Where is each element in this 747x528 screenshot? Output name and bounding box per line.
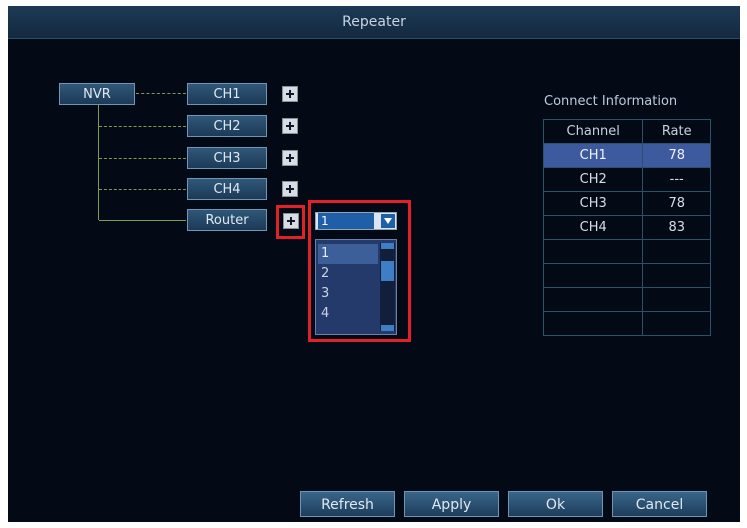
rate-cell [642, 239, 711, 264]
table-row[interactable]: CH1 78 [542, 143, 711, 168]
cancel-button[interactable]: Cancel [612, 491, 707, 517]
apply-button[interactable]: Apply [404, 491, 499, 517]
dropdown-scrollbar[interactable] [380, 243, 395, 331]
ch3-node[interactable]: CH3 [187, 147, 267, 169]
column-header-rate: Rate [642, 119, 711, 144]
dropdown-option[interactable]: 2 [318, 264, 378, 284]
repeater-dialog: Repeater NVR CH1 CH2 CH3 CH4 Router 1 1 … [8, 6, 740, 522]
rate-cell: 83 [642, 215, 711, 240]
channel-cell: CH1 [542, 143, 644, 168]
channel-cell [542, 311, 644, 336]
scroll-thumb[interactable] [381, 261, 394, 281]
select-value: 1 [318, 213, 374, 229]
scroll-up-icon[interactable] [381, 243, 394, 249]
connect-info-table: Channel Rate CH1 78 CH2 --- CH3 78 CH4 8… [542, 119, 711, 336]
rate-cell: --- [642, 167, 711, 192]
add-ch3-icon[interactable] [282, 150, 298, 166]
channel-cell [542, 239, 644, 264]
table-row [542, 287, 711, 312]
ch4-node[interactable]: CH4 [187, 178, 267, 200]
connector-ch2 [99, 126, 186, 127]
dropdown-option[interactable]: 3 [318, 284, 378, 304]
rate-cell [642, 311, 711, 336]
ch2-node[interactable]: CH2 [187, 115, 267, 137]
rate-cell [642, 263, 711, 288]
table-header-row: Channel Rate [542, 119, 711, 144]
router-node[interactable]: Router [187, 209, 267, 231]
dropdown-option[interactable]: 4 [318, 304, 378, 324]
add-ch4-icon[interactable] [282, 181, 298, 197]
window-title: Repeater [342, 14, 406, 30]
channel-cell [542, 263, 644, 288]
router-channel-select[interactable]: 1 [315, 212, 397, 230]
ok-button[interactable]: Ok [508, 491, 603, 517]
highlight-plus-box [276, 205, 305, 239]
dropdown-option[interactable]: 1 [318, 244, 378, 264]
channel-cell: CH3 [542, 191, 644, 216]
table-row[interactable]: CH3 78 [542, 191, 711, 216]
channel-cell: CH4 [542, 215, 644, 240]
table-row[interactable]: CH4 83 [542, 215, 711, 240]
table-row [542, 239, 711, 264]
connector-nvr-ch1 [136, 93, 186, 94]
connector-router [99, 220, 186, 221]
table-row [542, 311, 711, 336]
connector-trunk [98, 105, 99, 220]
channel-cell [542, 287, 644, 312]
chevron-down-icon[interactable] [381, 214, 395, 228]
connector-ch3 [99, 158, 186, 159]
add-ch1-icon[interactable] [282, 86, 298, 102]
refresh-button[interactable]: Refresh [300, 491, 395, 517]
rate-cell: 78 [642, 143, 711, 168]
rate-cell [642, 287, 711, 312]
ch1-node[interactable]: CH1 [187, 83, 267, 105]
channel-cell: CH2 [542, 167, 644, 192]
connect-info-title: Connect Information [544, 94, 678, 109]
table-row [542, 263, 711, 288]
rate-cell: 78 [642, 191, 711, 216]
add-ch2-icon[interactable] [282, 118, 298, 134]
router-channel-dropdown: 1 2 3 4 [315, 239, 397, 335]
title-bar: Repeater [8, 6, 740, 39]
table-row[interactable]: CH2 --- [542, 167, 711, 192]
connector-ch4 [99, 189, 186, 190]
scroll-down-icon[interactable] [381, 325, 394, 331]
nvr-node[interactable]: NVR [59, 83, 135, 105]
column-header-channel: Channel [542, 119, 644, 144]
